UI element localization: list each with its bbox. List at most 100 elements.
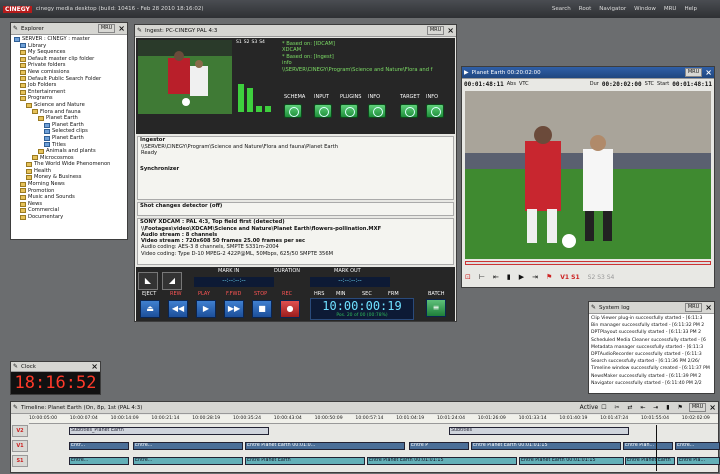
tree-item[interactable]: Morning News xyxy=(14,181,124,188)
mru-button[interactable]: MRU xyxy=(97,24,116,33)
mru-button[interactable]: MRU xyxy=(426,26,445,35)
track-header[interactable]: S1 xyxy=(12,455,28,467)
tab-button[interactable] xyxy=(284,104,302,118)
close-icon[interactable]: × xyxy=(447,26,454,35)
tree-item[interactable]: Documentary xyxy=(14,214,124,221)
tree-item[interactable]: Default Public Search Folder xyxy=(14,76,124,83)
prev-icon[interactable]: ⇤ xyxy=(493,273,499,281)
transport-eject-button[interactable]: ⏏ xyxy=(140,300,160,318)
menu-item[interactable]: MRU xyxy=(664,6,677,12)
transport-stop-button[interactable]: ■ xyxy=(252,300,272,318)
track-v1[interactable]: Entr... Entre... Entre Planet Earth 00:01:… xyxy=(29,442,720,450)
tab-button[interactable] xyxy=(314,104,332,118)
pin-icon[interactable]: ✎ xyxy=(13,25,18,32)
step-back-icon[interactable]: ⊢ xyxy=(479,273,485,281)
mark-out-button[interactable]: ◢ xyxy=(162,272,182,290)
timeline-clip[interactable]: Entre Planet Earth xyxy=(245,457,365,465)
transport-rew-button[interactable]: ◀◀ xyxy=(168,300,188,318)
timeline-clip[interactable]: Subtitles_Planet Earth xyxy=(69,427,269,435)
tree-item[interactable]: Job Folders xyxy=(14,82,124,89)
tree-item[interactable]: Commercial xyxy=(14,207,124,214)
mark-in-button[interactable]: ◣ xyxy=(138,272,158,290)
tab-button[interactable] xyxy=(340,104,358,118)
track-s1[interactable]: Entre... Entre... Entre Planet Earth Entre … xyxy=(29,457,720,465)
mru-button[interactable]: MRU xyxy=(684,68,703,77)
track-header[interactable]: V2 xyxy=(12,425,28,437)
close-icon[interactable]: × xyxy=(705,68,712,77)
tab-button[interactable] xyxy=(426,104,444,118)
timeline-clip[interactable]: Entre Pla... xyxy=(677,457,720,465)
pin-icon[interactable]: ✎ xyxy=(137,27,142,34)
tree-item[interactable]: News xyxy=(14,201,124,208)
transport-rec-button[interactable]: ● xyxy=(280,300,300,318)
menu-item[interactable]: Root xyxy=(579,6,591,12)
forward-icon[interactable]: ⇥ xyxy=(532,273,538,281)
pin-icon[interactable]: ✎ xyxy=(13,404,18,411)
close-icon[interactable]: × xyxy=(709,403,716,412)
player-timeline-bar[interactable] xyxy=(465,261,711,265)
tree-item[interactable]: Animals and plants xyxy=(14,148,124,155)
menu-item[interactable]: Window xyxy=(634,6,656,12)
track-header[interactable]: V1 xyxy=(12,440,28,452)
tree-item[interactable]: Entertainment xyxy=(14,89,124,96)
tree-item[interactable]: Health xyxy=(14,168,124,175)
tree-item[interactable]: Planet Earth xyxy=(14,135,124,142)
batch-button[interactable]: ≡ xyxy=(426,299,446,317)
menu-item[interactable]: Navigator xyxy=(599,6,626,12)
timeline-clip[interactable]: Entre Planet Earth xyxy=(625,457,675,465)
timeline-clip[interactable]: Entre Planet Earth 00:01:01:15 xyxy=(519,457,624,465)
tree-item[interactable]: Default master clip folder xyxy=(14,56,124,63)
tree-item[interactable]: Microcosmos xyxy=(14,155,124,162)
mark-icon[interactable]: ▮ xyxy=(507,273,511,281)
close-icon[interactable]: × xyxy=(118,24,125,33)
timeline-clip[interactable]: Entre Planet Earth 00:01:01:15 xyxy=(471,442,621,450)
transport-ffwd-button[interactable]: ▶▶ xyxy=(224,300,244,318)
playhead[interactable] xyxy=(656,425,657,471)
close-icon[interactable]: × xyxy=(91,362,98,371)
play-icon[interactable]: ▶ xyxy=(519,273,524,281)
tree-item[interactable]: Library xyxy=(14,43,124,50)
mru-button[interactable]: MRU xyxy=(684,303,703,312)
menu-item[interactable]: Search xyxy=(552,6,571,12)
tree-item[interactable]: Promotion xyxy=(14,188,124,195)
timeline-tools[interactable]: ☐ ✂ ⇄ ⇤ ⇥ ▮ ⚑ xyxy=(601,404,686,411)
record-icon[interactable]: ⊡ xyxy=(465,273,471,281)
tree-item[interactable]: Titles xyxy=(14,142,124,149)
timeline-clip[interactable]: Subtitles xyxy=(449,427,629,435)
timeline-clip[interactable]: Entre... xyxy=(675,442,720,450)
pin-icon[interactable]: ✎ xyxy=(13,363,18,370)
tree-item[interactable]: Flora and fauna xyxy=(14,109,124,116)
track-v2[interactable]: Subtitles_Planet Earth Subtitles xyxy=(29,427,718,435)
tree-item[interactable]: Planet Earth xyxy=(14,122,124,129)
timeline-clip[interactable]: Entre... xyxy=(133,457,243,465)
menu-item[interactable]: Help xyxy=(684,6,697,12)
timeline-clip[interactable]: Entre... xyxy=(69,457,129,465)
pin-icon[interactable]: ✎ xyxy=(591,304,596,311)
tree-item[interactable]: My Sequences xyxy=(14,49,124,56)
tree-item[interactable]: New comissions xyxy=(14,69,124,76)
track-selector[interactable]: V1 S1 xyxy=(560,274,579,281)
flag-icon[interactable]: ⚑ xyxy=(546,273,552,281)
timeline-clip[interactable]: Entre... xyxy=(133,442,243,450)
timeline-clip[interactable]: Entr... xyxy=(69,442,129,450)
timeline-ruler[interactable]: 10:00:05:00 10:00:07:04 10:00:14:09 10:00:2… xyxy=(29,415,718,424)
tree-item[interactable]: Money & Business xyxy=(14,174,124,181)
transport-play-button[interactable]: ▶ xyxy=(196,300,216,318)
timeline-clip[interactable]: Entre P xyxy=(409,442,469,450)
tree-item[interactable]: Science and Nature xyxy=(14,102,124,109)
tree-item[interactable]: Music and Sounds xyxy=(14,194,124,201)
tree-server[interactable]: SERVER : CINEGY : master xyxy=(14,36,124,43)
tree-item[interactable]: The World Wide Phenomenon xyxy=(14,161,124,168)
tab-button[interactable] xyxy=(368,104,386,118)
tab-button[interactable] xyxy=(400,104,418,118)
tree-item[interactable]: Private folders xyxy=(14,62,124,69)
timeline-clip[interactable]: Entre Plan... xyxy=(623,442,673,450)
audio-tracks[interactable]: S2 S3 S4 xyxy=(588,274,615,281)
close-icon[interactable]: × xyxy=(705,303,712,312)
tree-item[interactable]: Programs xyxy=(14,95,124,102)
timeline-clip[interactable]: Entre Planet Earth 00:01:0... xyxy=(245,442,405,450)
mru-button[interactable]: MRU xyxy=(688,403,707,412)
tree-item[interactable]: Planet Earth xyxy=(14,115,124,122)
timeline-clip[interactable]: Entre Planet Earth 00:01:01:15 xyxy=(367,457,517,465)
tree-item[interactable]: Selected clips xyxy=(14,128,124,135)
